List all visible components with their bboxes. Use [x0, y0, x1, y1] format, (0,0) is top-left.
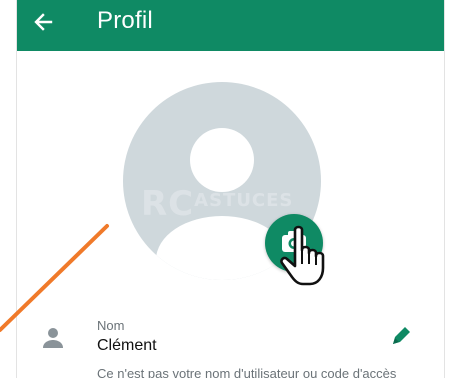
- pencil-icon: [393, 327, 410, 344]
- page-title: Profil: [97, 7, 153, 34]
- name-label: Nom: [97, 318, 125, 333]
- name-value: Clément: [97, 337, 157, 354]
- profile-screen: Profil RCASTUCES Nom Clément Ce n'est pa…: [16, 0, 445, 378]
- app-bar: Profil: [17, 0, 444, 51]
- name-helper-text: Ce n'est pas votre nom d'utilisateur ou …: [97, 366, 397, 378]
- edit-name-button[interactable]: [387, 322, 415, 350]
- person-icon: [43, 328, 63, 348]
- arrow-left-icon: [34, 13, 53, 31]
- back-button[interactable]: [27, 4, 63, 40]
- hand-pointer-icon: [280, 225, 325, 286]
